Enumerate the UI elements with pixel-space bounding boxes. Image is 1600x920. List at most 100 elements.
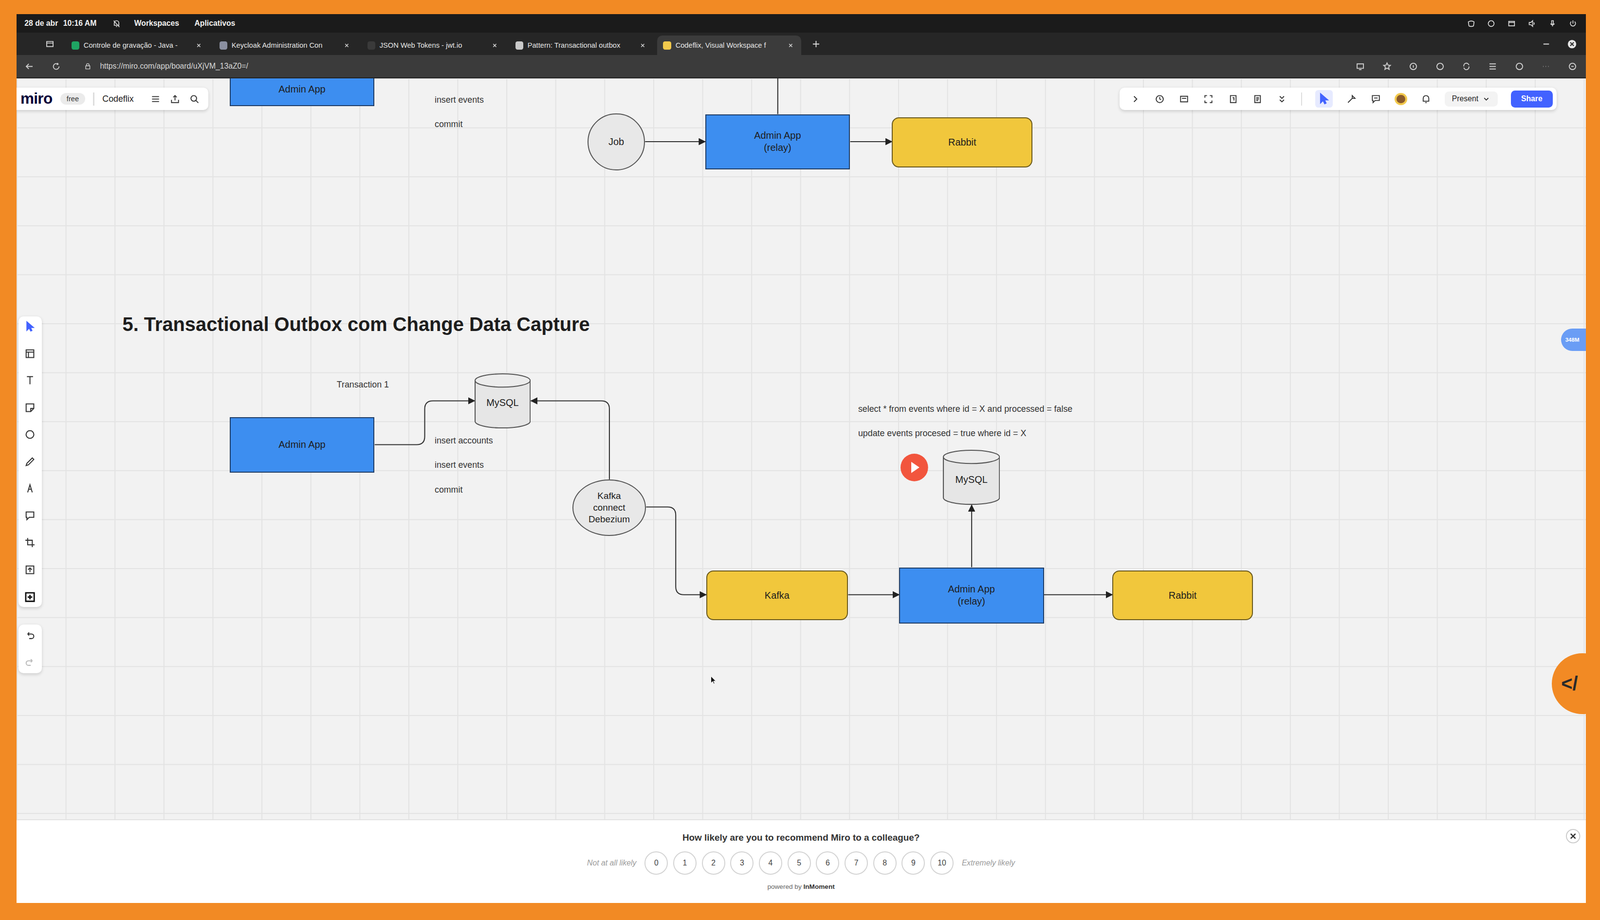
diagram-note[interactable]: insert accounts	[434, 434, 494, 447]
broker-node[interactable]: Rabbit	[1112, 570, 1253, 621]
redo-icon[interactable]	[23, 656, 37, 669]
tab-list-icon[interactable]	[44, 38, 56, 50]
connector-arrow[interactable]	[530, 401, 609, 480]
connector-arrow[interactable]	[849, 141, 892, 143]
score-button[interactable]: 2	[701, 851, 726, 875]
app-node[interactable]: Admin App	[229, 417, 375, 473]
browser-tab[interactable]: Codeflix, Visual Workspace f	[657, 35, 802, 56]
cursor-mode-icon[interactable]	[1315, 90, 1333, 108]
notes-icon[interactable]	[1251, 93, 1264, 105]
database-node[interactable]: MySQL	[474, 373, 531, 429]
diagram-note[interactable]: insert events	[434, 93, 484, 107]
app-node[interactable]: Admin App (relay)	[899, 567, 1045, 624]
user-avatar-icon[interactable]	[1394, 92, 1407, 106]
browser-tab[interactable]: JSON Web Tokens - jwt.io	[361, 35, 506, 56]
power-icon[interactable]	[1568, 18, 1578, 29]
diagram-note[interactable]: insert events	[434, 459, 484, 472]
diagram-note[interactable]: Transaction 1	[336, 378, 389, 391]
score-button[interactable]: 10	[930, 851, 954, 875]
broker-node[interactable]: Kafka	[706, 570, 848, 621]
share-button[interactable]: Share	[1510, 90, 1553, 108]
chevrons-down-icon[interactable]	[1276, 93, 1288, 105]
connector-arrow[interactable]	[1044, 594, 1113, 596]
close-tab-icon[interactable]	[490, 41, 499, 50]
more-icon[interactable]	[1540, 61, 1551, 72]
extension-icon[interactable]	[1408, 61, 1419, 72]
minimize-icon[interactable]	[1540, 38, 1552, 50]
os-menu[interactable]: Workspaces	[134, 18, 180, 28]
board-name[interactable]: Codeflix	[102, 93, 134, 105]
section-title[interactable]: 5. Transactional Outbox com Change Data …	[122, 312, 590, 337]
diagram-note[interactable]: commit	[434, 118, 463, 131]
bookmarks-icon[interactable]	[1487, 61, 1498, 72]
browser-tab[interactable]: Keycloak Administration Con	[213, 35, 358, 56]
os-date[interactable]: 28 de abr	[24, 18, 58, 28]
star-icon[interactable]	[1381, 61, 1393, 72]
back-arrow-icon[interactable]	[24, 61, 35, 72]
connector-arrow[interactable]	[971, 505, 973, 568]
focus-icon[interactable]	[1202, 93, 1214, 105]
microphone-icon[interactable]	[1547, 18, 1558, 29]
app-node[interactable]: Admin App (relay)	[705, 114, 851, 170]
play-button-icon[interactable]	[900, 453, 929, 482]
close-tab-icon[interactable]	[786, 41, 795, 50]
browser-tab[interactable]: Controle de gravação - Java -	[65, 35, 210, 56]
score-button[interactable]: 4	[758, 851, 783, 875]
sticky-note-icon[interactable]	[23, 401, 37, 414]
miro-logo[interactable]: miro	[20, 90, 53, 108]
board-canvas[interactable]: Admin App Job Admin App (relay) Rabbit Admin…	[16, 78, 1586, 820]
close-tab-icon[interactable]	[342, 41, 351, 50]
lock-icon[interactable]	[83, 62, 92, 71]
pen-icon[interactable]	[23, 455, 37, 468]
frame-icon[interactable]	[23, 536, 37, 549]
connector-arrow[interactable]	[776, 78, 778, 114]
reload-icon[interactable]	[51, 61, 62, 72]
vpn-icon[interactable]	[1434, 61, 1446, 72]
close-tab-icon[interactable]	[194, 41, 203, 50]
undo-icon[interactable]	[23, 629, 37, 642]
collaborators-badge[interactable]: 348M	[1561, 328, 1586, 351]
score-button[interactable]: 3	[730, 851, 754, 875]
score-button[interactable]: 8	[873, 851, 897, 875]
volume-icon[interactable]	[1527, 18, 1537, 29]
comment-icon[interactable]	[23, 509, 37, 522]
window-close-icon[interactable]	[1566, 38, 1578, 50]
new-tab-plus-icon[interactable]	[810, 38, 822, 50]
close-tab-icon[interactable]	[638, 41, 647, 50]
connector-arrow[interactable]	[644, 141, 706, 143]
table-icon[interactable]	[23, 347, 37, 360]
record-icon[interactable]	[1486, 18, 1496, 29]
job-node[interactable]: Job	[587, 113, 645, 171]
close-survey-icon[interactable]	[1565, 828, 1581, 844]
score-button[interactable]: 5	[787, 851, 811, 875]
text-tool-icon[interactable]	[23, 374, 37, 387]
notifications-off-icon[interactable]	[111, 18, 122, 29]
timer-icon[interactable]	[1154, 93, 1166, 105]
sidebar-icon[interactable]	[1567, 61, 1578, 72]
broker-node[interactable]: Rabbit	[891, 117, 1033, 168]
marker-icon[interactable]	[23, 482, 37, 495]
bell-icon[interactable]	[1420, 93, 1432, 105]
embed-code-button[interactable]: </	[1551, 653, 1586, 715]
select-cursor-icon[interactable]	[23, 320, 37, 333]
connector-arrow[interactable]	[645, 507, 707, 595]
shape-circle-icon[interactable]	[23, 428, 37, 441]
present-button[interactable]: Present	[1444, 91, 1498, 107]
os-clock[interactable]: 10:16 AM	[63, 18, 97, 28]
window-icon[interactable]	[1507, 18, 1517, 29]
connector-arrow[interactable]	[847, 594, 900, 596]
score-button[interactable]: 7	[844, 851, 868, 875]
discord-icon[interactable]	[1466, 18, 1476, 29]
diagram-note[interactable]: update events procesed = true where id =…	[858, 427, 1027, 440]
screen-share-icon[interactable]	[1355, 61, 1366, 72]
plan-badge[interactable]: free	[60, 92, 85, 105]
export-icon[interactable]	[169, 93, 181, 105]
url-field[interactable]: https://miro.com/app/board/uXjVM_13aZ0=/	[99, 61, 249, 71]
reactions-icon[interactable]	[1345, 93, 1358, 105]
browser-tab[interactable]: Pattern: Transactional outbox	[509, 35, 654, 56]
connector-node[interactable]: Kafka connect Debezium	[572, 479, 646, 536]
card-icon[interactable]	[1178, 93, 1190, 105]
add-more-icon[interactable]	[23, 590, 37, 604]
score-button[interactable]: 1	[673, 851, 697, 875]
diagram-note[interactable]: commit	[434, 483, 463, 497]
